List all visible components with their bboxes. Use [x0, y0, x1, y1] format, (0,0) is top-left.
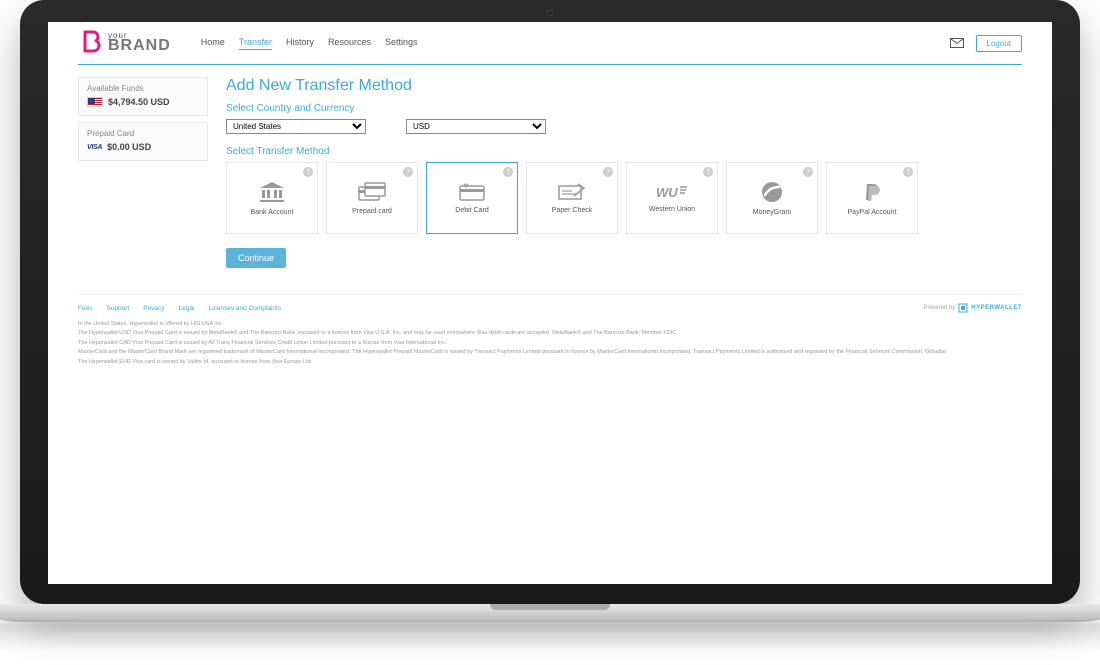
available-funds-box: Available Funds $4,794.50 USD: [78, 77, 208, 116]
method-prepaid-card[interactable]: ? Prepaid card: [326, 162, 418, 234]
method-paper-check[interactable]: ? Paper Check: [526, 162, 618, 234]
section-transfer-method: Select Transfer Method: [226, 146, 1022, 157]
help-icon[interactable]: ?: [303, 167, 313, 177]
available-funds-title: Available Funds: [87, 84, 199, 93]
available-funds-amount: $4,794.50 USD: [108, 97, 170, 107]
footer-link-legal[interactable]: Legal: [179, 305, 195, 312]
prepaid-card-amount: $0.00 USD: [107, 142, 151, 152]
svg-text:WU: WU: [656, 185, 678, 200]
main-nav: Home Transfer History Resources Settings: [201, 37, 418, 50]
prepaid-card-box: Prepaid Card VISA $0.00 USD: [78, 122, 208, 161]
bank-icon: [259, 181, 285, 203]
help-icon[interactable]: ?: [703, 167, 713, 177]
method-label: Debit Card: [455, 207, 488, 214]
footer: Fees Support Privacy Legal Licenses and …: [78, 294, 1022, 378]
footer-link-fees[interactable]: Fees: [78, 305, 92, 312]
method-label: Paper Check: [552, 207, 592, 214]
camera-icon: [547, 10, 553, 16]
logout-button[interactable]: Logout: [976, 35, 1022, 52]
moneygram-icon: [761, 181, 783, 203]
method-debit-card[interactable]: ? Debit Card: [426, 162, 518, 234]
western-union-icon: WU: [656, 184, 688, 200]
method-bank-account[interactable]: ? Bank Account: [226, 162, 318, 234]
method-moneygram[interactable]: ? MoneyGram: [726, 162, 818, 234]
method-label: Western Union: [649, 206, 695, 213]
method-western-union[interactable]: ? WU Western Union: [626, 162, 718, 234]
footer-link-privacy[interactable]: Privacy: [143, 305, 164, 312]
disclaimer: In the United States, Hyperwallet is off…: [78, 321, 1022, 378]
mail-icon[interactable]: [950, 38, 964, 48]
currency-select[interactable]: USD: [406, 119, 546, 134]
logo-mark-icon: [78, 30, 104, 56]
footer-link-support[interactable]: Support: [106, 305, 129, 312]
method-paypal[interactable]: ? PayPal Account: [826, 162, 918, 234]
paper-check-icon: [558, 183, 586, 201]
help-icon[interactable]: ?: [903, 167, 913, 177]
main-content: Add New Transfer Method Select Country a…: [226, 77, 1022, 268]
powered-by: Powered by HYPERWALLET: [924, 303, 1022, 313]
footer-links: Fees Support Privacy Legal Licenses and …: [78, 305, 281, 312]
sidebar: Available Funds $4,794.50 USD Prepaid Ca…: [78, 77, 208, 268]
header-divider: [78, 64, 1022, 65]
hyperwallet-logo-icon: [958, 303, 968, 313]
us-flag-icon: [87, 97, 103, 107]
nav-home[interactable]: Home: [201, 37, 225, 50]
visa-logo-icon: VISA: [87, 144, 102, 151]
continue-button[interactable]: Continue: [226, 248, 286, 268]
nav-resources[interactable]: Resources: [328, 37, 371, 50]
method-label: PayPal Account: [847, 209, 896, 216]
page-title: Add New Transfer Method: [226, 77, 1022, 95]
help-icon[interactable]: ?: [403, 167, 413, 177]
footer-link-licenses[interactable]: Licenses and Complaints: [208, 305, 281, 312]
paypal-icon: [861, 181, 883, 203]
prepaid-card-title: Prepaid Card: [87, 129, 199, 138]
method-label: Prepaid card: [352, 208, 392, 215]
debit-card-icon: [459, 183, 485, 201]
nav-history[interactable]: History: [286, 37, 314, 50]
prepaid-card-icon: [358, 182, 386, 202]
header: your BRAND Home Transfer History Resourc…: [78, 22, 1022, 60]
country-select[interactable]: United States: [226, 119, 366, 134]
help-icon[interactable]: ?: [803, 167, 813, 177]
brand-logo: your BRAND: [78, 30, 171, 56]
help-icon[interactable]: ?: [503, 167, 513, 177]
nav-transfer[interactable]: Transfer: [239, 37, 272, 50]
transfer-methods-grid: ? Bank Account ? Prepaid card ?: [226, 162, 1022, 234]
method-label: MoneyGram: [753, 209, 792, 216]
section-country-currency: Select Country and Currency: [226, 103, 1022, 114]
method-label: Bank Account: [251, 209, 294, 216]
nav-settings[interactable]: Settings: [385, 37, 418, 50]
logo-brand-name: BRAND: [108, 39, 171, 53]
help-icon[interactable]: ?: [603, 167, 613, 177]
